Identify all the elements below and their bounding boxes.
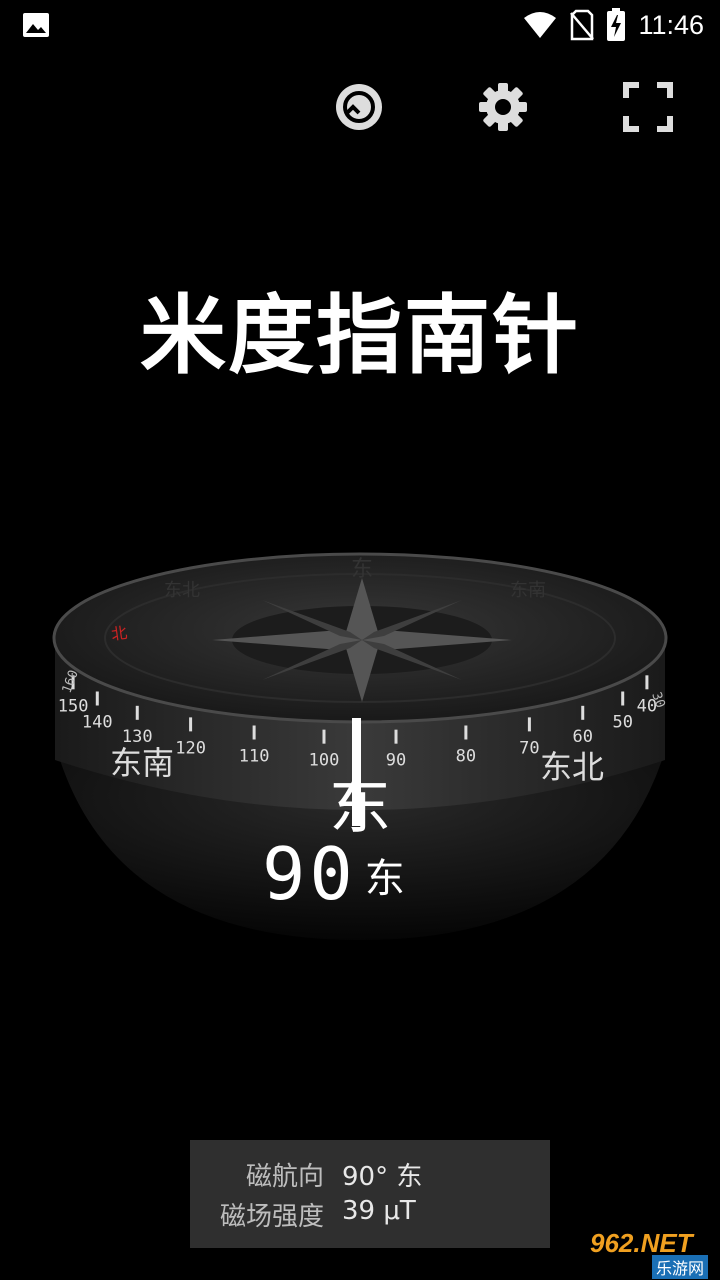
no-sim-icon	[570, 9, 595, 41]
settings-button[interactable]	[476, 80, 530, 134]
info-row-heading: 磁航向 90° 东	[190, 1156, 550, 1196]
status-bar: 11:46	[0, 0, 720, 50]
scale-tick-label: 70	[519, 738, 539, 758]
field-label: 磁场强度	[219, 1202, 324, 1232]
app-title: 米度指南针	[140, 286, 580, 386]
fullscreen-button[interactable]	[621, 80, 675, 134]
face-label-top-left: 东北	[164, 580, 200, 601]
direction-left: 东南	[110, 744, 175, 782]
watermark-sub: 乐游网	[652, 1255, 709, 1279]
calibrate-icon	[336, 84, 382, 130]
wifi-icon	[524, 12, 557, 38]
field-value: 39 μT	[342, 1196, 416, 1226]
status-time: 11:46	[638, 9, 704, 40]
calibrate-button[interactable]	[332, 80, 386, 134]
watermark: 962.NET 乐游网	[582, 1228, 714, 1279]
heading-needle	[352, 718, 361, 826]
image-icon	[23, 13, 49, 37]
scale-tick-label: 80	[456, 746, 476, 766]
scale-tick-label: 120	[175, 738, 206, 758]
direction-right: 东北	[540, 748, 605, 786]
scale-tick-label: 140	[82, 713, 113, 733]
info-row-field: 磁场强度 39 μT	[190, 1196, 550, 1236]
face-label-top-right: 东南	[510, 580, 546, 601]
fullscreen-icon	[623, 82, 673, 132]
heading-label: 磁航向	[245, 1162, 324, 1192]
heading-value: 90° 东	[342, 1162, 423, 1192]
gear-icon	[479, 83, 527, 131]
battery-charging-icon	[607, 8, 626, 41]
scale-tick-label: 110	[239, 746, 270, 766]
heading-direction: 东	[364, 856, 405, 902]
sensor-info-panel: 磁航向 90° 东 磁场强度 39 μT	[190, 1140, 550, 1248]
north-marker: 北	[110, 623, 129, 644]
scale-tick-label: 50	[612, 713, 632, 733]
heading-readout: 90 东	[262, 838, 405, 910]
face-label-top: 东	[351, 557, 373, 582]
heading-degrees: 90	[262, 832, 357, 916]
